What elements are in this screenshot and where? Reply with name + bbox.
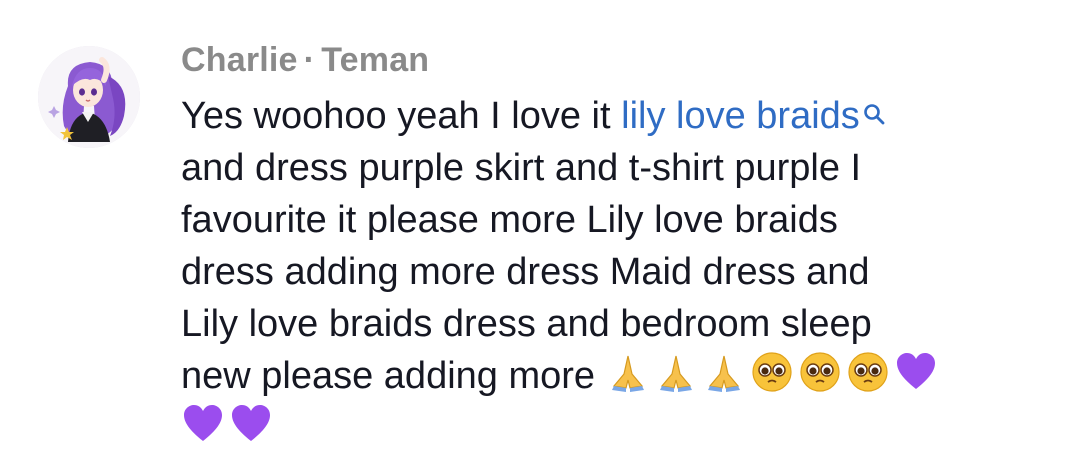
pleading-face-icon (798, 350, 842, 394)
search-link[interactable]: lily love braids (621, 95, 860, 137)
pleading-face-icon (750, 350, 794, 394)
user-avatar[interactable] (38, 46, 140, 148)
folded-hands-icon (702, 350, 746, 394)
comment-item: Charlie · Teman Yes woohoo yeah I love i… (0, 0, 1080, 467)
purple-heart-icon (181, 402, 225, 446)
comment-line-3: favourite it please more Lily love braid… (181, 199, 838, 241)
comment-line-2: and dress purple skirt and t-shirt purpl… (181, 147, 862, 189)
comment-line-5: Lily love braids dress and bedroom sleep (181, 303, 872, 345)
comment-line-4: dress adding more dress Maid dress and (181, 251, 870, 293)
relation-label: Teman (321, 40, 430, 79)
comment-text: Yes woohoo yeah I love it lily love brai… (181, 90, 1041, 454)
comment-line-1-text: Yes woohoo yeah I love it (181, 95, 622, 137)
folded-hands-icon (654, 350, 698, 394)
search-icon[interactable] (862, 88, 886, 125)
comment-header: Charlie · Teman (181, 36, 429, 84)
avatar-image (38, 46, 140, 148)
folded-hands-icon (606, 350, 650, 394)
author-name[interactable]: Charlie (181, 41, 298, 80)
purple-heart-icon (229, 402, 273, 446)
comment-line-7 (181, 402, 1041, 454)
comment-line-6-text: new please adding more (181, 355, 606, 397)
comment-line-1: Yes woohoo yeah I love it lily love brai… (181, 90, 1041, 142)
comment-line-6: new please adding more (181, 350, 1041, 402)
purple-heart-icon (894, 350, 938, 394)
header-separator: · (303, 40, 316, 79)
pleading-face-icon (846, 350, 890, 394)
